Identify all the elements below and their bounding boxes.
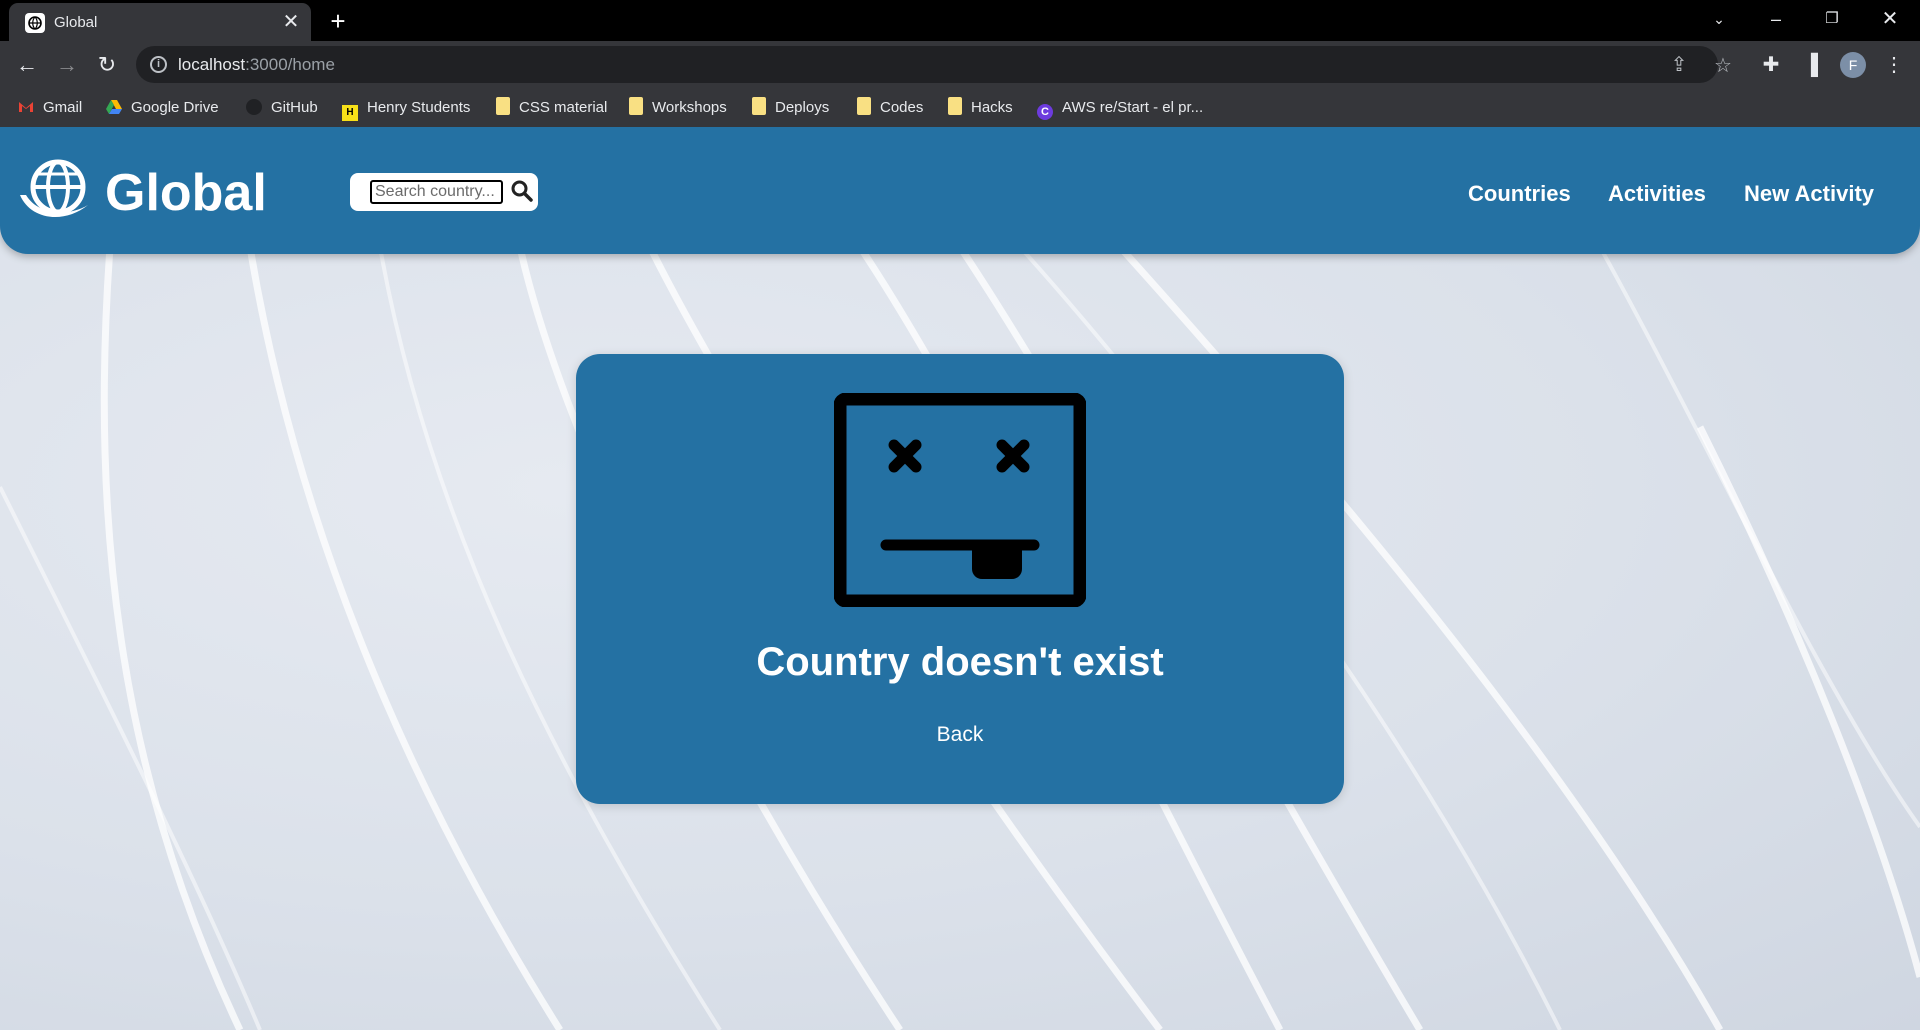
bookmark-codes[interactable]: Codes xyxy=(857,95,923,121)
minimize-button[interactable]: – xyxy=(1748,0,1804,41)
dead-screen-face-icon xyxy=(834,393,1086,607)
bookmarks-bar: Gmail Google Drive GitHub H Henry Student… xyxy=(0,89,1920,127)
tab-title: Global xyxy=(54,14,98,31)
bookmark-gmail[interactable]: Gmail xyxy=(18,95,82,121)
error-message: Country doesn't exist xyxy=(756,640,1164,684)
nav-link-countries[interactable]: Countries xyxy=(1468,181,1571,207)
bookmark-star-icon[interactable] xyxy=(1682,52,1708,78)
bookmark-henry-students[interactable]: H Henry Students xyxy=(342,95,470,121)
extensions-puzzle-icon[interactable]: ✚ xyxy=(1756,50,1786,80)
bookmark-aws-restart[interactable]: C AWS re/Start - el pr... xyxy=(1037,95,1203,121)
google-drive-icon xyxy=(106,98,122,114)
tab-search-chevron-icon[interactable]: ⌄ xyxy=(1691,0,1747,41)
page-viewport: Global Countries Activities New Activity… xyxy=(0,127,1920,1030)
menu-kebab-icon[interactable]: ⋮ xyxy=(1879,50,1909,80)
globe-logo-icon[interactable] xyxy=(18,157,91,223)
folder-icon xyxy=(496,97,510,115)
new-tab-button[interactable]: + xyxy=(324,7,352,35)
github-icon xyxy=(246,99,262,115)
aws-restart-icon: C xyxy=(1037,104,1053,120)
bookmark-hacks[interactable]: Hacks xyxy=(948,95,1013,121)
reload-icon[interactable]: ↻ xyxy=(92,50,122,80)
close-tab-icon[interactable]: ✕ xyxy=(279,10,303,34)
nav-link-activities[interactable]: Activities xyxy=(1608,181,1706,207)
app-navbar: Global Countries Activities New Activity xyxy=(0,127,1920,254)
back-arrow-icon[interactable]: ← xyxy=(12,50,42,80)
bookmark-workshops[interactable]: Workshops xyxy=(629,95,727,121)
henry-icon: H xyxy=(342,105,358,121)
folder-icon xyxy=(857,97,871,115)
bookmark-css-material[interactable]: CSS material xyxy=(496,95,607,121)
bookmark-google-drive[interactable]: Google Drive xyxy=(106,95,219,121)
search-icon[interactable] xyxy=(510,179,534,203)
site-info-icon[interactable]: i xyxy=(150,56,167,73)
browser-tab-strip: Global ✕ + ⌄ – ❐ ✕ xyxy=(0,0,1920,41)
globe-favicon-icon xyxy=(25,13,45,33)
bookmark-github[interactable]: GitHub xyxy=(246,95,318,121)
browser-tab[interactable]: Global ✕ xyxy=(9,3,311,41)
profile-avatar[interactable]: F xyxy=(1840,52,1866,78)
search-input[interactable] xyxy=(370,180,503,204)
gmail-icon xyxy=(18,98,34,114)
folder-icon xyxy=(752,97,766,115)
browser-toolbar: ← → ↻ i localhost:3000/home ⇪ ☆ ✚ ▐ ⋮ xyxy=(0,41,1920,89)
close-window-button[interactable]: ✕ xyxy=(1862,0,1918,41)
error-card: Country doesn't exist Back xyxy=(576,354,1344,804)
search-box xyxy=(350,173,538,211)
nav-link-new-activity[interactable]: New Activity xyxy=(1744,181,1874,207)
star-icon[interactable]: ☆ xyxy=(1710,53,1736,79)
bookmark-deploys[interactable]: Deploys xyxy=(752,95,829,121)
restore-button[interactable]: ❐ xyxy=(1804,0,1860,41)
folder-icon xyxy=(629,97,643,115)
address-bar[interactable]: i localhost:3000/home ⇪ xyxy=(136,46,1718,83)
folder-icon xyxy=(948,97,962,115)
forward-arrow-icon[interactable]: → xyxy=(52,50,82,80)
brand-title[interactable]: Global xyxy=(105,163,267,223)
back-button[interactable]: Back xyxy=(910,720,1010,750)
url-text[interactable]: localhost:3000/home xyxy=(178,55,335,75)
side-panel-icon[interactable]: ▐ xyxy=(1796,50,1826,80)
